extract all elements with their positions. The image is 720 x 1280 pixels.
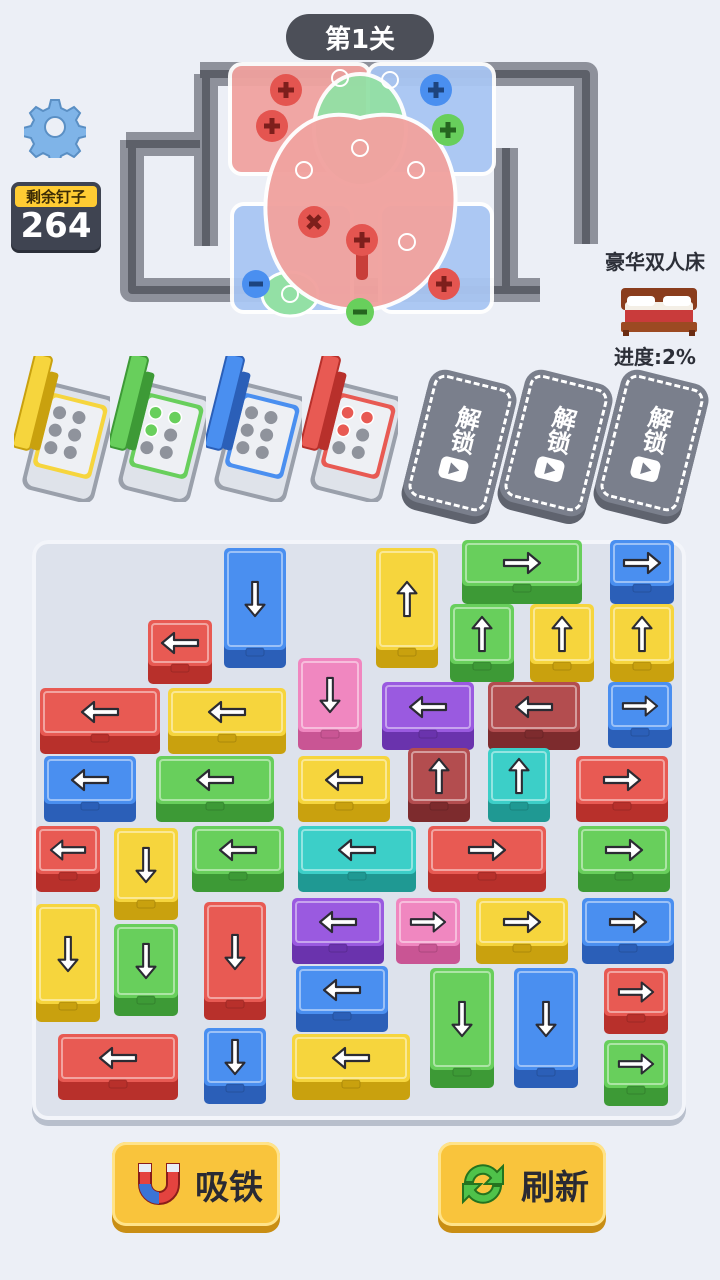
box-yellow-up[interactable] <box>530 604 594 682</box>
box-green-right[interactable] <box>604 1040 668 1106</box>
reward-name: 豪华双人床 <box>605 250 705 274</box>
box-green-left[interactable] <box>192 826 284 892</box>
magnet-button[interactable]: 吸铁 <box>112 1142 280 1226</box>
tray-blue <box>203 352 309 504</box>
box-green-right[interactable] <box>462 540 582 604</box>
box-yellow-left[interactable] <box>298 756 390 822</box>
box-yellow-right[interactable] <box>476 898 568 964</box>
box-red-down[interactable] <box>204 902 266 1020</box>
box-blue-down[interactable] <box>224 548 286 668</box>
box-yellow-left[interactable] <box>292 1034 410 1100</box>
box-red-left[interactable] <box>148 620 212 684</box>
box-blue-down[interactable] <box>204 1028 266 1104</box>
box-red-right[interactable] <box>576 756 668 822</box>
magnet-icon <box>138 1163 180 1205</box>
box-red-left[interactable] <box>40 688 160 754</box>
box-blue-right[interactable] <box>582 898 674 964</box>
box-red-right[interactable] <box>428 826 546 892</box>
box-blue-right[interactable] <box>608 682 672 748</box>
reward-progress: 进度:2% <box>614 345 696 369</box>
magnet-label: 吸铁 <box>195 1167 263 1208</box>
video-icon <box>533 455 566 484</box>
box-blue-left[interactable] <box>296 966 388 1032</box>
box-green-down[interactable] <box>430 968 494 1088</box>
box-yellow-down[interactable] <box>36 904 100 1022</box>
remaining-screws-panel: 剩余钉子 264 <box>11 182 101 250</box>
tray-red <box>299 352 405 504</box>
box-blue-left[interactable] <box>44 756 136 822</box>
box-red-left[interactable] <box>36 826 100 892</box>
box-yellow-up[interactable] <box>610 604 674 682</box>
refresh-icon <box>462 1163 504 1205</box>
box-green-right[interactable] <box>578 826 670 892</box>
box-purple-left[interactable] <box>382 682 474 750</box>
box-red-left[interactable] <box>58 1034 178 1100</box>
box-maroon-left[interactable] <box>488 682 580 750</box>
box-teal-left[interactable] <box>298 826 416 892</box>
settings-gear-icon[interactable] <box>22 96 88 165</box>
refresh-label: 刷新 <box>521 1167 589 1208</box>
box-yellow-up[interactable] <box>376 548 438 668</box>
box-pink-right[interactable] <box>396 898 460 964</box>
video-icon <box>629 455 662 484</box>
box-teal-up[interactable] <box>488 748 550 822</box>
box-green-down[interactable] <box>114 924 178 1016</box>
tray-green <box>107 352 213 504</box>
box-yellow-left[interactable] <box>168 688 286 754</box>
box-blue-down[interactable] <box>514 968 578 1088</box>
box-green-left[interactable] <box>156 756 274 822</box>
box-green-up[interactable] <box>450 604 514 682</box>
bed-reward-icon <box>619 278 699 338</box>
locked-slot-3[interactable]: 解锁 <box>597 372 707 514</box>
level-title: 第1关 <box>286 14 434 60</box>
box-blue-right[interactable] <box>610 540 674 604</box>
box-purple-left[interactable] <box>292 898 384 964</box>
tray-yellow <box>11 352 117 504</box>
box-yellow-down[interactable] <box>114 828 178 920</box>
box-maroon-up[interactable] <box>408 748 470 822</box>
locked-slot-label: 解锁 <box>635 402 675 457</box>
remaining-label: 剩余钉子 <box>15 186 97 207</box>
locked-slot-2[interactable]: 解锁 <box>501 372 611 514</box>
remaining-count: 264 <box>20 206 92 246</box>
locked-slot-label: 解锁 <box>443 402 483 457</box>
screw-puzzle[interactable] <box>110 60 610 330</box>
video-icon <box>437 455 470 484</box>
locked-slot-1[interactable]: 解锁 <box>405 372 515 514</box>
box-red-right[interactable] <box>604 968 668 1034</box>
locked-slot-label: 解锁 <box>539 402 579 457</box>
box-pink-down[interactable] <box>298 658 362 750</box>
refresh-button[interactable]: 刷新 <box>438 1142 606 1226</box>
